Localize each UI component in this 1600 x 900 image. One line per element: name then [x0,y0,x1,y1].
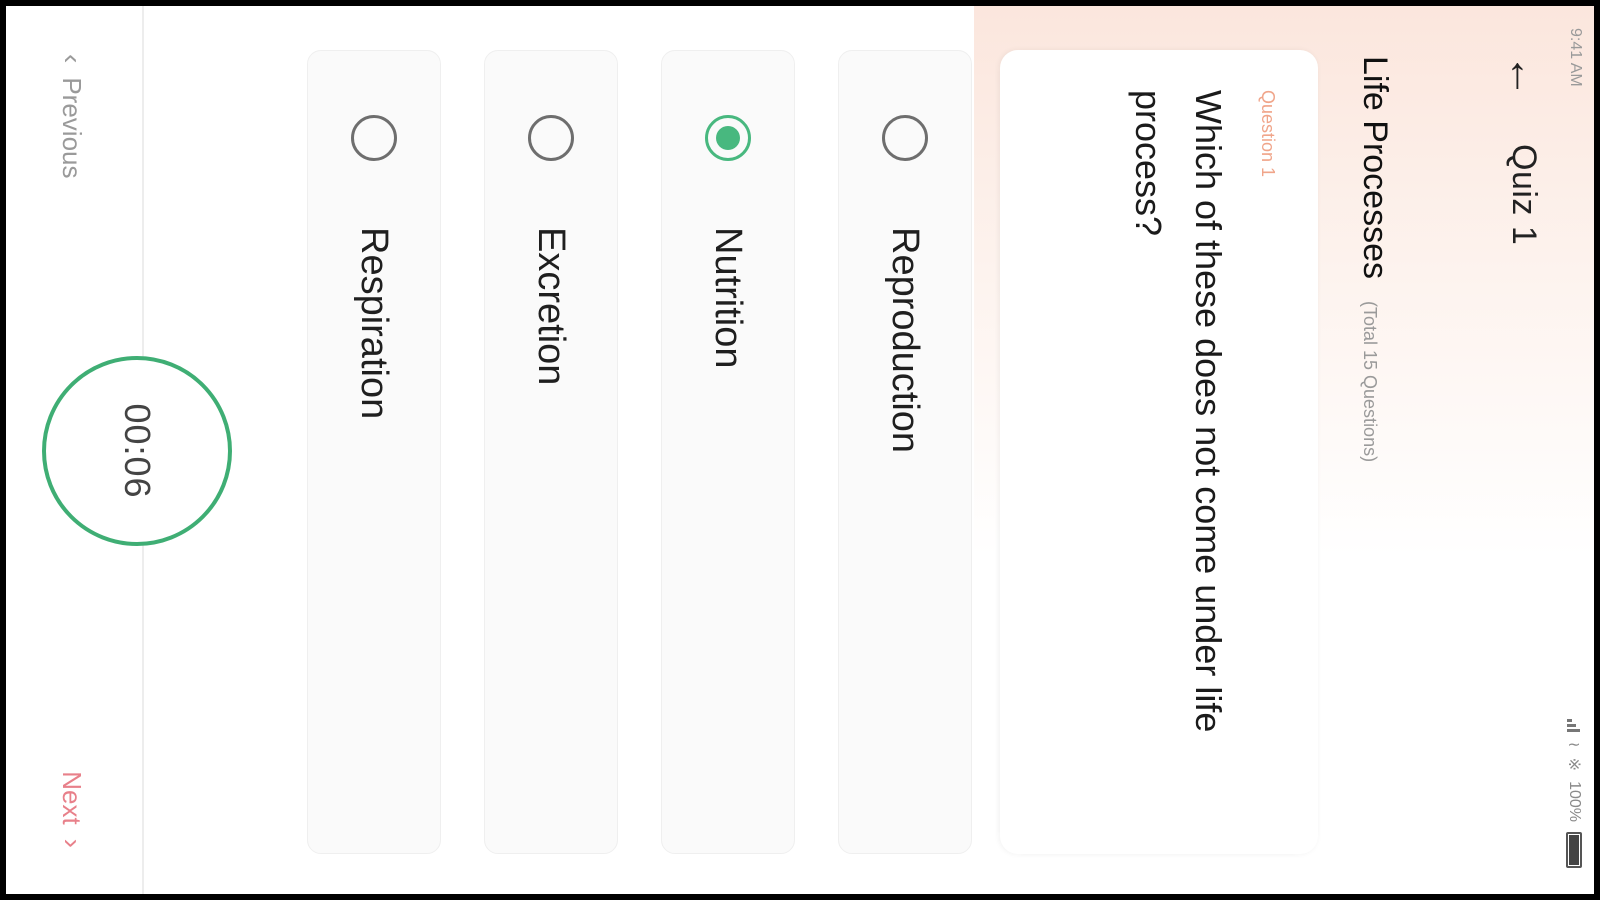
device-frame: 9:41 AM ≀ ※ 100% ← Quiz 1 Life Processes… [6,6,1594,894]
radio-button-selected[interactable] [705,115,751,161]
question-text: Which of these does not come under life … [1128,90,1229,733]
radio-button[interactable] [528,115,574,161]
radio-button[interactable] [351,115,397,161]
next-label: Next [57,771,88,825]
previous-button[interactable]: ‹ Previous [56,54,88,178]
back-arrow-icon[interactable]: ← [1500,54,1549,98]
timer-value: 00:06 [117,403,158,499]
radio-button[interactable] [882,115,928,161]
battery-percent: 100% [1566,781,1583,822]
option-label: Reproduction [884,227,927,454]
topic-title: Life Processes [1356,56,1394,279]
option-respiration[interactable]: Respiration [307,50,441,854]
chevron-left-icon: ‹ [57,54,88,64]
option-label: Respiration [353,227,396,420]
bluetooth-icon: ※ [1565,757,1582,772]
option-label: Excretion [530,227,573,386]
wifi-icon: ≀ [1565,741,1582,748]
chevron-right-icon: › [57,838,88,848]
topic-row: Life Processes (Total 15 Questions) [1355,56,1394,462]
option-label: Nutrition [707,227,750,369]
signal-icon [1567,718,1581,732]
countdown-timer: 00:06 [42,356,232,546]
previous-label: Previous [57,77,88,179]
topic-subtitle: (Total 15 Questions) [1360,301,1380,463]
page-title: Quiz 1 [1505,144,1544,246]
option-nutrition[interactable]: Nutrition [661,50,795,854]
question-number: Question 1 [1258,90,1278,178]
top-bar: ← Quiz 1 [1500,54,1549,246]
option-reproduction[interactable]: Reproduction [838,50,972,854]
battery-icon [1566,832,1582,868]
quiz-screen: 9:41 AM ≀ ※ 100% ← Quiz 1 Life Processes… [6,6,1594,894]
status-time: 9:41 AM [1567,28,1584,87]
option-excretion[interactable]: Excretion [484,50,618,854]
status-bar-right: ≀ ※ 100% [1564,718,1584,868]
next-button[interactable]: Next › [56,771,88,848]
question-card: Question 1 Which of these does not come … [1000,50,1318,854]
